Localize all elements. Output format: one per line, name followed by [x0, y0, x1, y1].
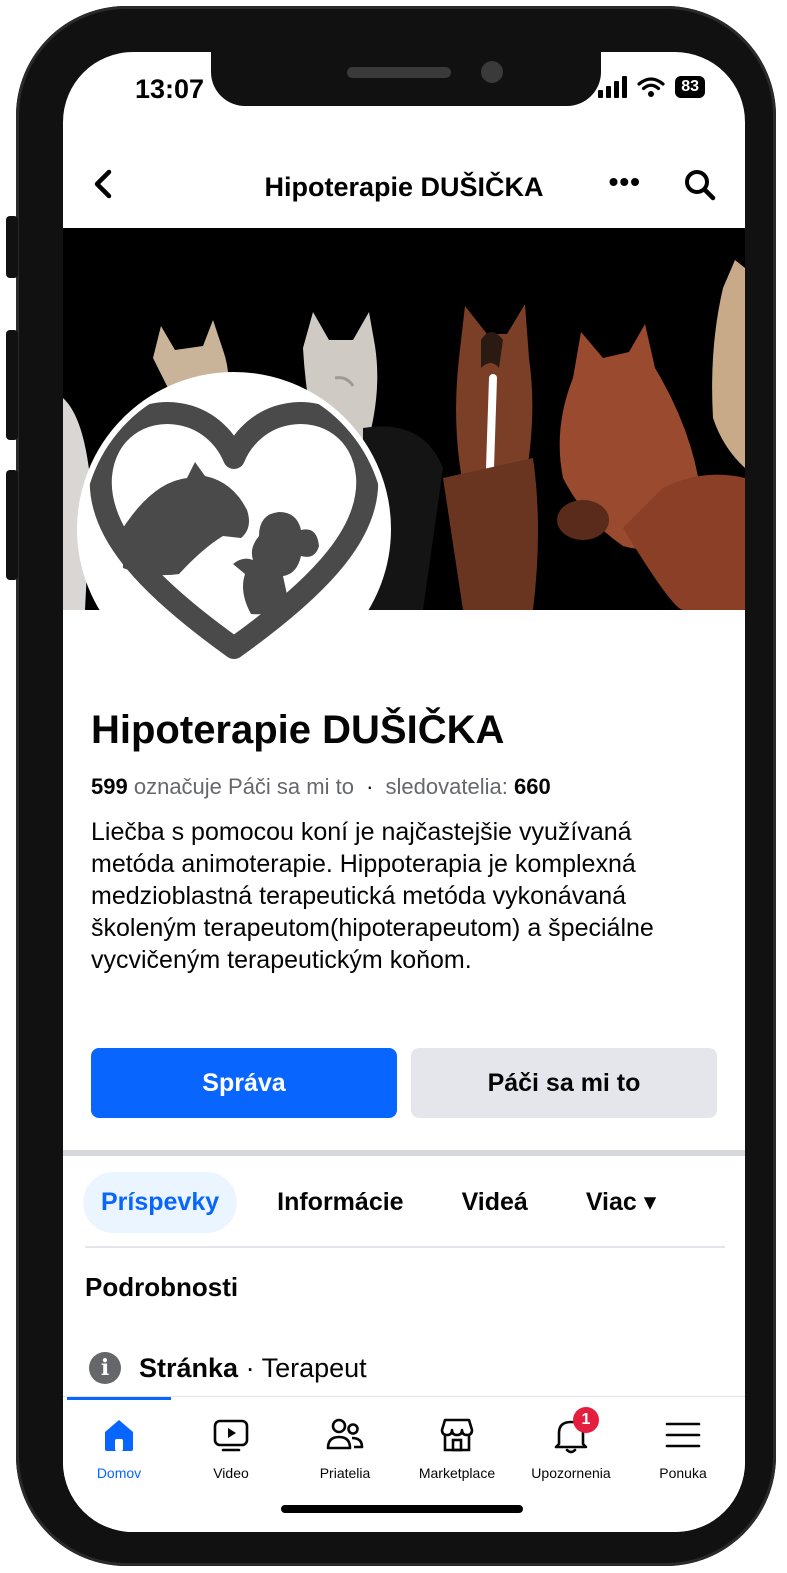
nav-friends-label: Priatelia	[319, 1465, 371, 1481]
video-icon	[213, 1419, 249, 1452]
tabs-divider	[85, 1246, 725, 1248]
likes-label: označuje Páči sa mi to	[133, 774, 354, 799]
nav-notifications[interactable]: 1 Upozornenia	[521, 1407, 621, 1481]
like-button[interactable]: Páči sa mi to	[411, 1048, 717, 1118]
page-name: Hipoterapie DUŠIČKA	[91, 708, 505, 752]
search-icon[interactable]	[683, 168, 717, 202]
volume-down-button	[6, 470, 18, 580]
camera	[481, 61, 503, 83]
nav-home[interactable]: Domov	[69, 1415, 169, 1481]
followers-count: 660	[513, 774, 551, 799]
nav-friends[interactable]: Priatelia	[295, 1415, 395, 1481]
detail-category: i Stránka · Terapeut	[89, 1352, 367, 1384]
message-button[interactable]: Správa	[91, 1048, 397, 1118]
battery-icon: 83	[675, 76, 705, 98]
nav-video[interactable]: Video	[181, 1415, 281, 1481]
nav-home-label: Domov	[96, 1465, 142, 1481]
active-tab-indicator	[67, 1397, 171, 1400]
nav-menu[interactable]: Ponuka	[633, 1415, 733, 1481]
info-icon: i	[89, 1352, 121, 1384]
mute-switch	[6, 216, 18, 278]
more-options-icon[interactable]: •••	[609, 166, 641, 198]
page-description: Liečba s pomocou koní je najčastejšie vy…	[91, 818, 654, 974]
speaker	[347, 67, 451, 78]
section-divider	[63, 1150, 745, 1156]
tab-more[interactable]: Viac ▾	[568, 1171, 674, 1233]
wifi-icon	[637, 77, 665, 97]
menu-icon	[665, 1422, 701, 1448]
notification-badge: 1	[573, 1407, 599, 1433]
tab-posts[interactable]: Príspevky	[83, 1171, 238, 1233]
nav-video-label: Video	[213, 1465, 249, 1481]
bottom-navigation: Domov Video Priatelia Marketplace 1 Upoz…	[63, 1396, 745, 1532]
page-tabs: Príspevky Informácie Videá Viac ▾	[83, 1170, 696, 1234]
home-indicator[interactable]	[281, 1505, 523, 1513]
details-heading: Podrobnosti	[85, 1272, 239, 1302]
nav-marketplace[interactable]: Marketplace	[407, 1415, 507, 1481]
followers-label: sledovatelia:	[385, 774, 508, 799]
status-time: 13:07	[135, 74, 205, 104]
tab-videos[interactable]: Videá	[444, 1172, 546, 1233]
page-title: Hipoterapie DUŠIČKA	[264, 172, 544, 202]
notch	[211, 52, 601, 106]
top-bar: Hipoterapie DUŠIČKA •••	[63, 152, 745, 228]
volume-up-button	[6, 330, 18, 440]
likes-count: 599	[91, 774, 128, 799]
detail-category-value: · Terapeut	[238, 1352, 367, 1383]
nav-marketplace-label: Marketplace	[418, 1465, 496, 1481]
detail-category-label: Stránka	[139, 1352, 239, 1383]
stats-separator: ·	[366, 774, 374, 799]
marketplace-icon	[440, 1418, 474, 1452]
nav-menu-label: Ponuka	[659, 1465, 707, 1481]
profile-avatar[interactable]	[77, 372, 391, 686]
home-icon	[105, 1420, 133, 1451]
friends-icon	[326, 1418, 364, 1450]
signal-icon	[598, 76, 628, 98]
tab-about[interactable]: Informácie	[259, 1172, 421, 1233]
nav-notifications-label: Upozornenia	[531, 1465, 611, 1481]
status-indicators: 83	[598, 76, 705, 98]
page-stats: 599 označuje Páči sa mi to · sledovateli…	[91, 774, 551, 800]
screen: 13:07 83 Hipoterapie DUŠIČKA ••• Hipoter…	[63, 52, 745, 1532]
